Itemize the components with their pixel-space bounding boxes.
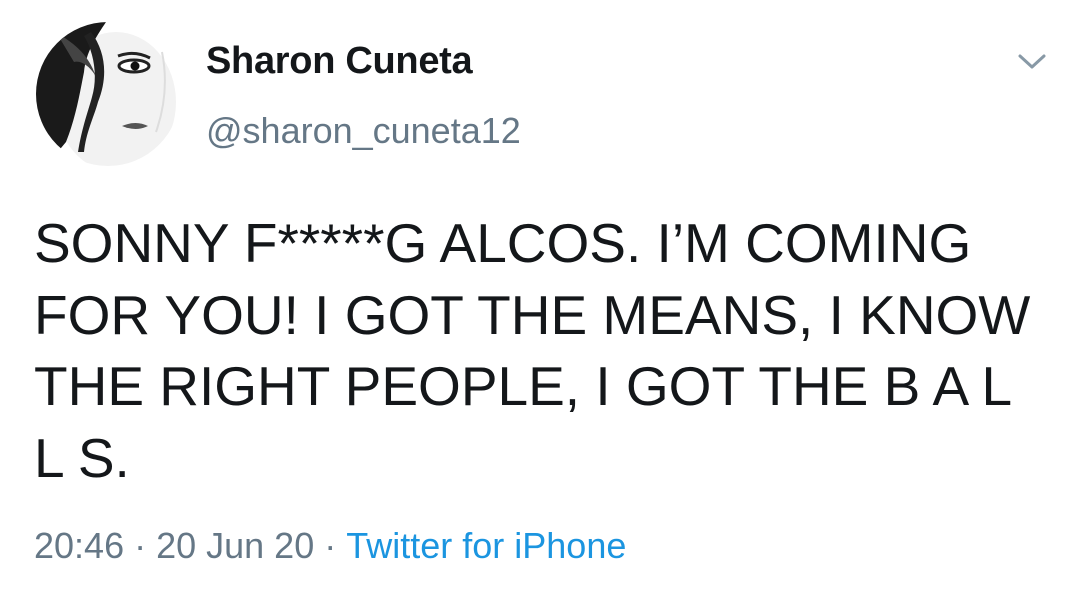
tweet-menu-button[interactable] <box>1014 50 1050 74</box>
author-name[interactable]: Sharon Cuneta <box>206 40 473 83</box>
tweet-date[interactable]: 20 Jun 20 <box>156 525 314 566</box>
chevron-down-icon <box>1018 54 1046 69</box>
author-handle[interactable]: @sharon_cuneta12 <box>206 110 521 152</box>
tweet-time[interactable]: 20:46 <box>34 525 124 566</box>
tweet-meta: 20:46 · 20 Jun 20 · Twitter for iPhone <box>34 525 626 567</box>
meta-separator: · <box>134 525 147 566</box>
avatar[interactable] <box>36 22 180 166</box>
avatar-photo <box>36 22 180 166</box>
tweet-text: SONNY F*****G ALCOS. I’M COMING FOR YOU!… <box>34 212 1031 489</box>
meta-separator: · <box>324 525 337 566</box>
tweet-source-link[interactable]: Twitter for iPhone <box>346 525 626 566</box>
tweet-card: Sharon Cuneta @sharon_cuneta12 SONNY F**… <box>0 0 1077 594</box>
